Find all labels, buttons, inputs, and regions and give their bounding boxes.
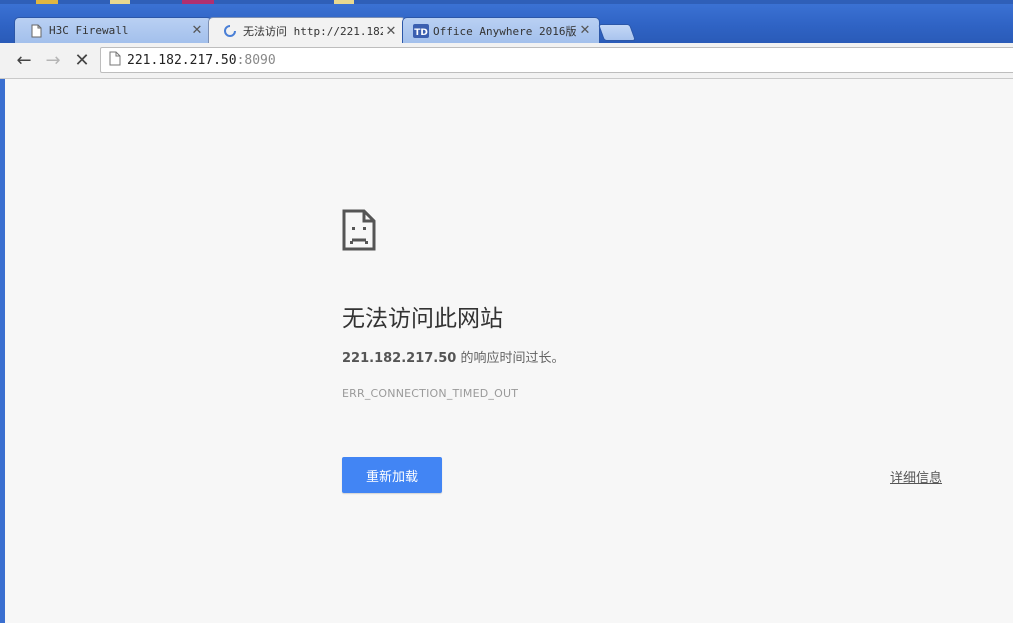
error-summary-text: 的响应时间过长。 [456, 351, 565, 366]
close-icon[interactable]: ✕ [577, 23, 593, 38]
reload-button[interactable]: 重新加载 [342, 457, 442, 493]
stop-button[interactable]: ✕ [71, 49, 93, 71]
back-button[interactable]: ← [13, 49, 35, 71]
desktop-icon [334, 0, 354, 4]
address-port: :8090 [236, 52, 276, 68]
address-bar[interactable]: 221.182.217.50:8090 [100, 47, 1013, 73]
svg-text:TD: TD [414, 28, 428, 38]
close-icon[interactable]: ✕ [189, 23, 205, 38]
tab-h3c-firewall[interactable]: H3C Firewall ✕ [14, 17, 212, 43]
browser-window: H3C Firewall ✕ 无法访问 http://221.182 ✕ TD … [0, 0, 1013, 623]
error-code: ERR_CONNECTION_TIMED_OUT [342, 387, 519, 400]
tab-title: 无法访问 http://221.182 [243, 25, 383, 38]
desktop-icon [182, 0, 214, 4]
error-host: 221.182.217.50 [342, 351, 457, 366]
details-link[interactable]: 详细信息 [890, 467, 942, 486]
desktop-icon [110, 0, 130, 4]
page-icon [29, 24, 43, 38]
desktop-icon-strip [0, 0, 1013, 4]
tab-strip: H3C Firewall ✕ 无法访问 http://221.182 ✕ TD … [0, 0, 1013, 44]
close-icon[interactable]: ✕ [383, 24, 399, 39]
tab-office-anywhere[interactable]: TD Office Anywhere 2016版 ✕ [402, 17, 600, 43]
tab-title: H3C Firewall [49, 24, 129, 37]
td-logo-icon: TD [413, 23, 429, 38]
error-heading: 无法访问此网站 [342, 306, 503, 332]
page-icon [109, 51, 121, 70]
error-page: 无法访问此网站 221.182.217.50 的响应时间过长。 ERR_CONN… [5, 79, 1013, 623]
forward-button[interactable]: → [42, 49, 64, 71]
sad-page-icon [342, 209, 376, 255]
address-host: 221.182.217.50 [127, 52, 237, 68]
loading-spinner-icon [223, 24, 237, 38]
error-summary: 221.182.217.50 的响应时间过长。 [342, 347, 564, 366]
new-tab-button[interactable] [597, 24, 637, 41]
tab-cannot-access[interactable]: 无法访问 http://221.182 ✕ [208, 17, 406, 44]
toolbar: ← → ✕ 221.182.217.50:8090 [0, 43, 1013, 79]
desktop-icon [36, 0, 58, 4]
tab-title: Office Anywhere 2016版 [433, 24, 577, 38]
